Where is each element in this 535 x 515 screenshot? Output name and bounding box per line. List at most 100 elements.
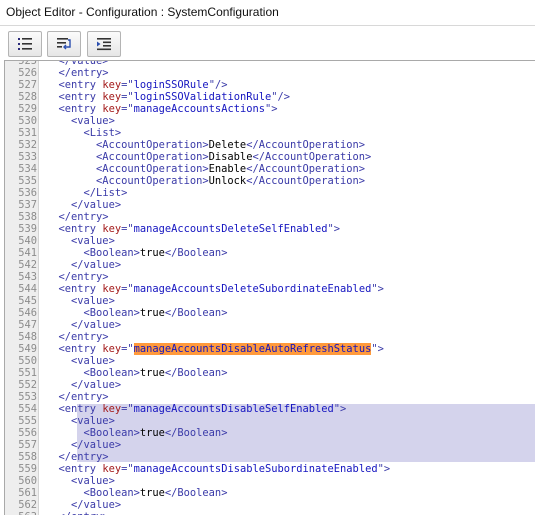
code-token: manageAccountsActions — [133, 103, 265, 115]
code-line: 529 <entry key="manageAccountsActions"> — [5, 103, 535, 115]
indent-icon — [97, 38, 111, 51]
code-line: 534 <AccountOperation>Enable</AccountOpe… — [5, 163, 535, 175]
code-token: key — [102, 91, 122, 103]
line-number: 554 — [18, 403, 37, 415]
code-token: <value> — [71, 355, 115, 367]
search-match: manageAccountsDisableAutoRefreshStatus — [133, 343, 372, 355]
line-text: </value> — [46, 499, 121, 511]
line-text: <Boolean>true</Boolean> — [46, 487, 228, 499]
line-text: </entry> — [46, 331, 109, 343]
format-lines-button[interactable] — [8, 31, 42, 57]
line-number: 537 — [18, 199, 37, 211]
code-token: Enable — [208, 163, 247, 175]
code-line: 542 </value> — [5, 259, 535, 271]
line-text: </List> — [46, 187, 128, 199]
line-number: 542 — [18, 259, 37, 271]
code-token: <entry — [58, 343, 103, 355]
code-line: 547 </value> — [5, 319, 535, 331]
line-number: 539 — [18, 223, 37, 235]
line-text: <Boolean>true</Boolean> — [46, 307, 228, 319]
code-line: 539 <entry key="manageAccountsDeleteSelf… — [5, 223, 535, 235]
code-line: 526 </entry> — [5, 67, 535, 79]
code-line: 536 </List> — [5, 187, 535, 199]
code-token: <entry — [58, 463, 103, 475]
line-text: <AccountOperation>Delete</AccountOperati… — [46, 139, 365, 151]
indent-button[interactable] — [87, 31, 121, 57]
code-token: true — [139, 427, 165, 439]
line-number: 534 — [18, 163, 37, 175]
line-text: <value> — [46, 355, 115, 367]
code-line: 546 <Boolean>true</Boolean> — [5, 307, 535, 319]
code-token: key — [102, 79, 122, 91]
code-line: 555 <value> — [5, 415, 535, 427]
line-text: <entry key="manageAccountsDisableSelfEna… — [46, 403, 347, 415]
code-line: 561 <Boolean>true</Boolean> — [5, 487, 535, 499]
code-token: </entry> — [59, 511, 109, 515]
line-text: </value> — [46, 259, 121, 271]
code-token: <entry — [58, 103, 103, 115]
code-token: </value> — [71, 439, 122, 451]
line-number: 540 — [18, 235, 37, 247]
line-number: 535 — [18, 175, 37, 187]
line-text: </entry> — [46, 67, 109, 79]
line-text: <entry key="manageAccountsDeleteSubordin… — [46, 283, 384, 295]
line-text: <List> — [46, 127, 122, 139]
code-token: loginSSORule — [133, 79, 209, 91]
code-token: <List> — [83, 127, 122, 139]
code-token: manageAccountsDeleteSelfEnabled — [133, 223, 328, 235]
line-number: 557 — [18, 439, 37, 451]
numbered-list-icon — [18, 38, 32, 50]
code-token: </Boolean> — [164, 427, 228, 439]
line-number: 541 — [18, 247, 37, 259]
code-token: Disable — [208, 151, 253, 163]
code-token: =" — [121, 223, 134, 235]
code-token: =" — [121, 403, 134, 415]
code-token: </AccountOperation> — [246, 175, 366, 187]
code-token: key — [102, 403, 122, 415]
code-token: <value> — [71, 415, 115, 427]
code-token: key — [102, 283, 122, 295]
code-line: 541 <Boolean>true</Boolean> — [5, 247, 535, 259]
code-editor[interactable]: 525 </value> 526 </entry> 527 <entry key="… — [4, 60, 535, 515]
line-text: <Boolean>true</Boolean> — [46, 427, 228, 439]
line-number: 527 — [18, 79, 37, 91]
word-wrap-button[interactable] — [47, 31, 81, 57]
line-text: <entry key="loginSSORule"/> — [46, 79, 228, 91]
code-token: manageAccountsDisableSelfEnabled — [133, 403, 334, 415]
line-text: </entry> — [46, 391, 109, 403]
line-text: </value> — [46, 319, 121, 331]
toolbar — [0, 27, 535, 61]
code-token: <Boolean> — [83, 427, 140, 439]
code-line: 549 <entry key="manageAccountsDisableAut… — [5, 343, 535, 355]
line-text: <value> — [46, 235, 115, 247]
code-line: 558 </entry> — [5, 451, 535, 463]
line-number: 525 — [18, 60, 37, 67]
code-token: </entry> — [58, 67, 109, 79]
code-line: 535 <AccountOperation>Unlock</AccountOpe… — [5, 175, 535, 187]
line-number: 563 — [5, 511, 37, 515]
code-token: </value> — [58, 60, 109, 67]
code-token: true — [139, 367, 165, 379]
code-token: key — [102, 343, 122, 355]
code-token: <value> — [71, 235, 115, 247]
line-number: 526 — [18, 67, 37, 79]
code-token: <Boolean> — [83, 247, 140, 259]
code-token: <Boolean> — [83, 487, 140, 499]
code-token: <entry — [58, 403, 103, 415]
code-line: 550 <value> — [5, 355, 535, 367]
line-text: </entry> — [46, 271, 109, 283]
code-token: "/> — [271, 91, 291, 103]
line-text: <value> — [46, 415, 115, 427]
line-text: </value> — [46, 199, 121, 211]
line-number: 529 — [18, 103, 37, 115]
code-line: 540 <value> — [5, 235, 535, 247]
wrap-text-icon — [57, 38, 71, 50]
code-token: <Boolean> — [83, 367, 140, 379]
code-token: "> — [327, 223, 341, 235]
code-area[interactable]: 525 </value> 526 </entry> 527 <entry key="… — [5, 60, 535, 515]
line-number: 550 — [18, 355, 37, 367]
code-line: 525 </value> — [5, 60, 535, 67]
code-line: 538 </entry> — [5, 211, 535, 223]
code-token: </entry> — [58, 271, 109, 283]
code-token: </value> — [71, 499, 122, 511]
